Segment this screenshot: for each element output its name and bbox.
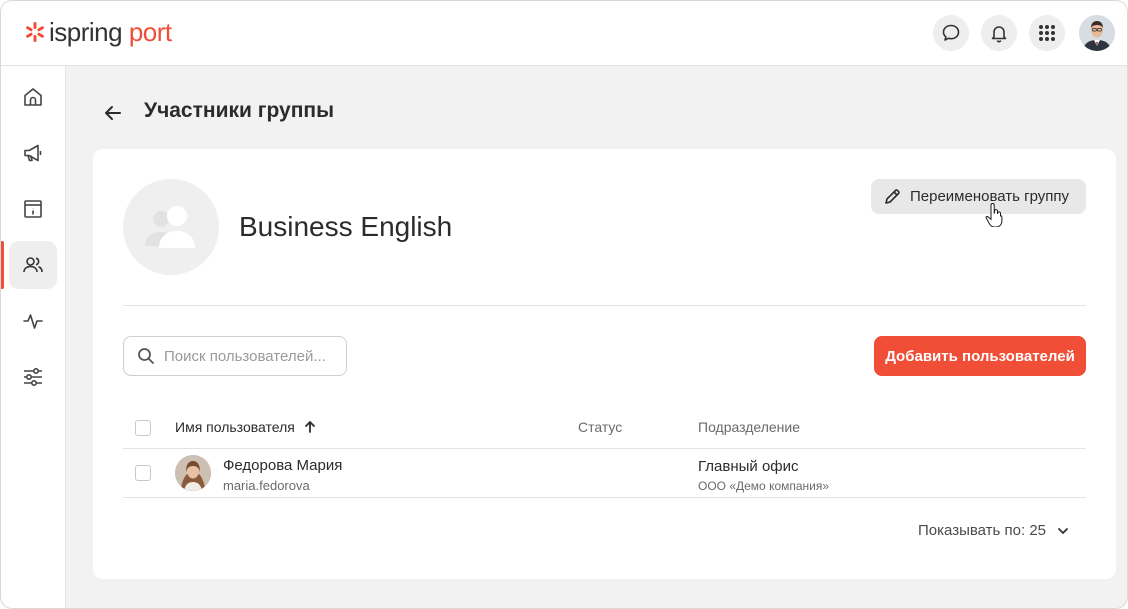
table-header: Имя пользователя Статус Подразделение [123,407,1086,449]
avatar [175,455,211,491]
column-header-name[interactable]: Имя пользователя [175,419,317,435]
page-title: Участники группы [144,99,335,122]
logo-text-ispring: ispring [49,17,123,47]
group-users-icon [145,206,195,248]
app-window: ispring port Участники группы Business E… [0,0,1128,609]
top-actions [933,15,1115,51]
notifications-button[interactable] [981,15,1017,51]
department-name: Главный офис [698,458,799,475]
group-name: Business English [239,211,453,242]
user-name[interactable]: Федорова Мария [223,457,342,474]
logo-text-port: port [128,17,172,47]
top-bar: ispring port [1,1,1127,66]
sidebar-item-announcements[interactable] [9,129,57,177]
sidebar-item-home[interactable] [9,73,57,121]
chevron-down-icon [1058,527,1068,534]
sidebar [1,66,66,608]
logo-icon [26,22,44,42]
activity-icon [23,314,43,329]
sidebar-item-settings[interactable] [9,353,57,401]
home-icon [24,88,42,106]
page-size-label: Показывать по: 25 [918,522,1046,539]
search-icon [138,348,154,364]
column-header-name-label: Имя пользователя [175,419,295,435]
logo-text: ispring port [49,17,172,47]
user-avatar[interactable] [1079,15,1115,51]
user-avatar-image [1079,15,1115,51]
users-icon [23,257,43,273]
sidebar-active-marker [1,241,4,289]
bell-icon [991,26,1007,43]
sidebar-item-activity[interactable] [9,297,57,345]
sidebar-item-info[interactable] [9,185,57,233]
avatar-image [175,455,211,491]
hand-cursor-icon [985,203,1003,227]
chat-button[interactable] [933,15,969,51]
search-input[interactable] [164,347,334,365]
apps-grid-icon [1039,25,1055,41]
logo[interactable]: ispring port [25,17,172,47]
members-table: Имя пользователя Статус Подразделение Фе… [123,407,1086,498]
divider [123,305,1086,306]
table-row[interactable]: Федорова Мария maria.fedorova Главный оф… [123,449,1086,498]
column-header-department[interactable]: Подразделение [698,419,800,435]
chat-icon [942,24,960,41]
column-header-status[interactable]: Статус [578,419,622,435]
select-all-checkbox[interactable] [135,420,151,436]
row-checkbox[interactable] [135,465,151,481]
search-box[interactable] [123,336,347,376]
rename-group-button[interactable]: Переименовать группу [871,179,1086,214]
user-login: maria.fedorova [223,478,310,493]
sort-arrow-up-icon [304,421,315,433]
info-box-icon [24,200,42,218]
arrow-left-icon [105,106,121,120]
apps-button[interactable] [1029,15,1065,51]
add-users-button[interactable]: Добавить пользователей [874,336,1086,376]
pencil-icon [885,188,900,204]
sliders-icon [24,367,42,387]
group-avatar [123,179,219,275]
megaphone-icon [24,144,42,162]
group-card: Business English Переименовать группу До… [93,149,1116,579]
back-button[interactable] [101,101,125,125]
organization-name: ООО «Демо компания» [698,479,830,493]
page-size-selector[interactable]: Показывать по: 25 [918,522,1070,539]
sidebar-item-users[interactable] [9,241,57,289]
